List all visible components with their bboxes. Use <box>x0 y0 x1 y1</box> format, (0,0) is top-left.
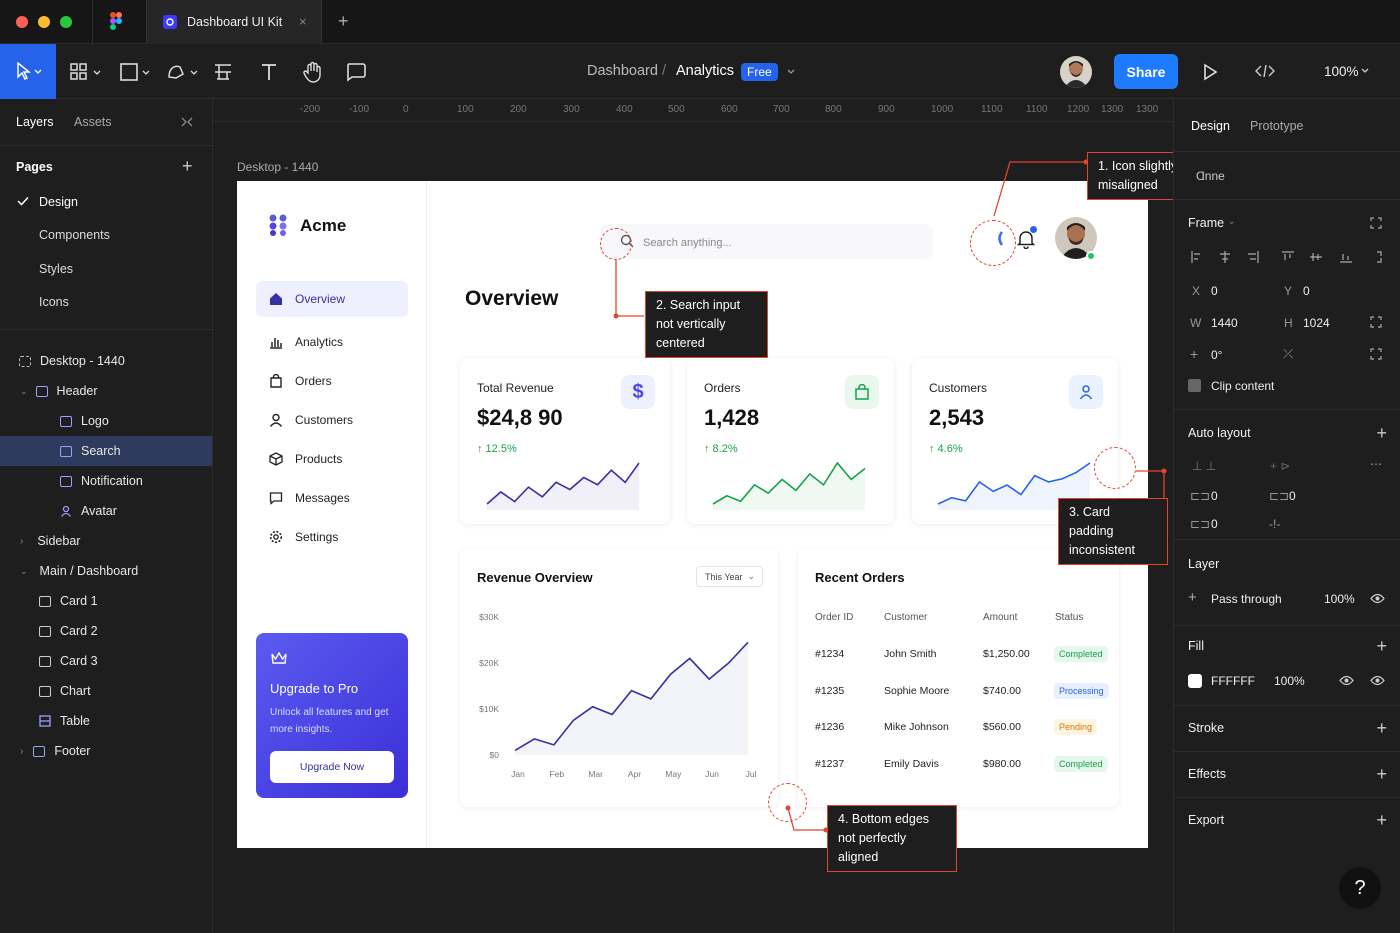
w-label: W <box>1190 316 1202 330</box>
prototype-tab[interactable]: Prototype <box>1250 119 1304 133</box>
fill-section: Fill + FFFFFF 100% <box>1174 625 1400 705</box>
blend-mode-select[interactable]: Pass through <box>1211 592 1282 606</box>
rotation-input[interactable]: 0° <box>1211 348 1222 362</box>
eye-icon[interactable] <box>1339 675 1354 686</box>
x-label: X <box>1192 284 1201 298</box>
resize-icon[interactable] <box>1370 217 1382 229</box>
fill-title: Fill <box>1188 639 1204 653</box>
corner-radius-icon[interactable]: ⤫ <box>1283 346 1293 362</box>
auto-layout-section: Auto layout + ⊥ ⊥ + ⊳ ⋯ ⊏⊐ 0 ⊏⊐ 0 ⊏⊐ 0 -… <box>1174 409 1400 539</box>
properties-panel: Design Prototype Ɑnne Frame ⌄ X 0 Y 0 W … <box>1173 99 1400 933</box>
clip-content-checkbox[interactable] <box>1188 379 1201 392</box>
effects-title: Effects <box>1188 767 1226 781</box>
add-effect-button[interactable]: + <box>1376 765 1387 783</box>
direction-icons[interactable]: ⊥ ⊥ <box>1192 459 1216 473</box>
design-tab[interactable]: Design <box>1191 119 1230 133</box>
x-input[interactable]: 0 <box>1211 284 1218 298</box>
component-name: Ɑnne <box>1196 169 1225 183</box>
padding-v-input[interactable]: 0 <box>1211 517 1218 531</box>
width-input[interactable]: 1440 <box>1211 316 1238 330</box>
stroke-section: Stroke + <box>1174 705 1400 751</box>
fill-opacity-input[interactable]: 100% <box>1274 674 1305 688</box>
layer-title: Layer <box>1188 557 1220 571</box>
fullscreen-icon[interactable] <box>1370 348 1382 360</box>
padding-h-input[interactable]: 0 <box>1211 489 1218 503</box>
layer-opacity-input[interactable]: 100% <box>1324 592 1355 606</box>
stroke-title: Stroke <box>1188 721 1225 735</box>
eye-icon[interactable] <box>1370 675 1385 686</box>
export-title: Export <box>1188 813 1225 827</box>
layer-section: Layer + Pass through 100% <box>1174 539 1400 625</box>
add-auto-layout-button[interactable]: + <box>1376 424 1387 442</box>
eye-icon[interactable] <box>1370 593 1385 604</box>
rotation-icon: + <box>1190 346 1199 362</box>
auto-layout-title: Auto layout <box>1188 426 1251 440</box>
add-export-button[interactable]: + <box>1376 811 1387 829</box>
padding-v-icon: ⊏⊐ <box>1190 517 1211 531</box>
export-section: Export + <box>1174 797 1400 843</box>
effects-section: Effects + <box>1174 751 1400 797</box>
frame-section: Frame ⌄ X 0 Y 0 W 1440 H 1024 + 0° ⤫ Cli… <box>1174 199 1400 409</box>
gap-input[interactable]: 0 <box>1289 489 1296 503</box>
fill-swatch[interactable] <box>1188 674 1202 688</box>
align-icon[interactable]: -!- <box>1269 517 1280 531</box>
annotation-2: 2. Search input not vertically centered <box>645 291 768 358</box>
chevron-down-icon[interactable]: ⌄ <box>1228 216 1236 227</box>
help-button[interactable]: ? <box>1339 867 1381 909</box>
padding-h-icon: ⊏⊐ <box>1190 489 1211 503</box>
annotation-3: 3. Card padding inconsistent <box>1058 498 1168 565</box>
clip-content-label: Clip content <box>1211 379 1275 393</box>
y-label: Y <box>1284 284 1293 298</box>
more-options-icon[interactable]: ⋯ <box>1370 457 1382 471</box>
gap-icon: ⊏⊐ <box>1269 489 1290 503</box>
annotation-4: 4. Bottom edges not perfectly aligned <box>827 805 957 872</box>
fill-hex-input[interactable]: FFFFFF <box>1211 674 1255 688</box>
y-input[interactable]: 0 <box>1303 284 1310 298</box>
h-label: H <box>1284 316 1293 330</box>
divider <box>1174 151 1400 152</box>
blend-icon: + <box>1188 589 1197 606</box>
constrain-icon[interactable] <box>1370 316 1382 328</box>
add-fill-button[interactable]: + <box>1376 637 1387 655</box>
wrap-icons[interactable]: + ⊳ <box>1270 459 1290 473</box>
frame-title[interactable]: Frame <box>1188 216 1224 230</box>
height-input[interactable]: 1024 <box>1303 316 1330 330</box>
alignment-icons[interactable] <box>1190 250 1385 264</box>
add-stroke-button[interactable]: + <box>1376 719 1387 737</box>
